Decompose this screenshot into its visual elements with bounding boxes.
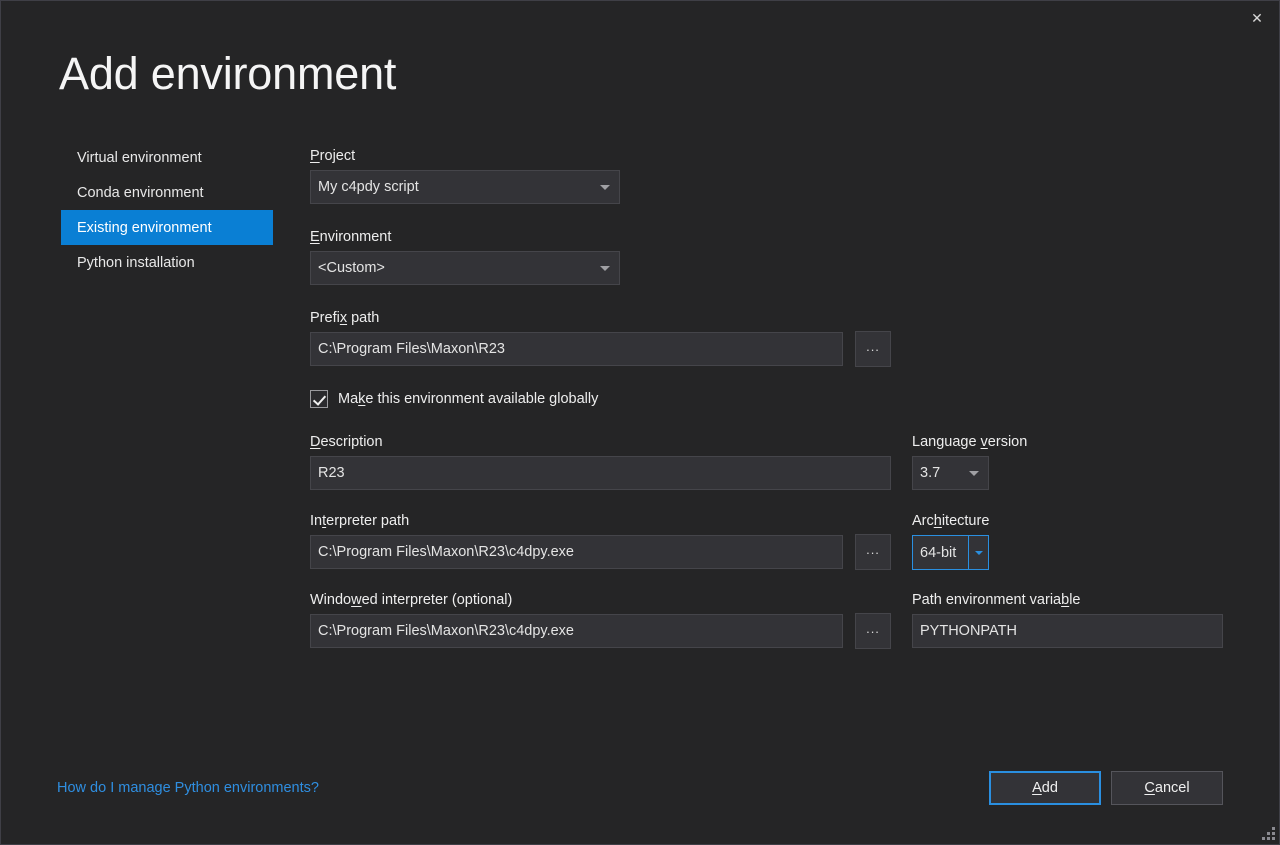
interpreter-path-value: C:\Program Files\Maxon\R23\c4dpy.exe: [318, 544, 574, 560]
project-label-post: roject: [320, 148, 355, 164]
add-label-accesskey: A: [1032, 780, 1042, 796]
description-label-post: escription: [320, 434, 382, 450]
project-label-accesskey: P: [310, 148, 320, 164]
environment-label: Environment: [310, 229, 391, 245]
architecture-label-post: itecture: [942, 513, 990, 529]
checkmark-icon: [310, 390, 328, 408]
prefix-path-label-pre: Prefi: [310, 310, 340, 326]
description-label-accesskey: D: [310, 434, 320, 450]
path-environment-variable-label: Path environment variable: [912, 592, 1080, 608]
cancel-button[interactable]: Cancel: [1111, 771, 1223, 805]
prefix-path-label-accesskey: x: [340, 310, 347, 326]
chevron-down-icon: [969, 471, 979, 476]
language-version-combobox[interactable]: 3.7: [912, 456, 989, 490]
path-environment-variable-input[interactable]: PYTHONPATH: [912, 614, 1223, 648]
description-label: Description: [310, 434, 383, 450]
architecture-label-accesskey: h: [934, 513, 942, 529]
make-global-checkbox-label: Make this environment available globally: [338, 391, 598, 407]
chevron-down-icon[interactable]: [968, 536, 988, 569]
make-global-checkbox[interactable]: Make this environment available globally: [310, 390, 598, 408]
cancel-label-post: ancel: [1155, 780, 1190, 796]
language-version-label-pre: Language: [912, 434, 981, 450]
language-version-label: Language version: [912, 434, 1027, 450]
add-button[interactable]: Add: [989, 771, 1101, 805]
windowed-interpreter-browse-button[interactable]: ...: [855, 613, 891, 649]
chevron-down-icon: [600, 266, 610, 271]
ellipsis-icon: ...: [866, 339, 880, 354]
add-label-post: dd: [1042, 780, 1058, 796]
language-version-value: 3.7: [920, 465, 940, 481]
windowed-interpreter-label-accesskey: w: [351, 592, 361, 608]
interpreter-path-label-post: erpreter path: [326, 513, 409, 529]
windowed-interpreter-label-pre: Windo: [310, 592, 351, 608]
project-value: My c4pdy script: [318, 179, 419, 195]
interpreter-path-label: Interpreter path: [310, 513, 409, 529]
language-version-label-accesskey: v: [981, 434, 988, 450]
environment-combobox[interactable]: <Custom>: [310, 251, 620, 285]
windowed-interpreter-value: C:\Program Files\Maxon\R23\c4dpy.exe: [318, 623, 574, 639]
environment-form: Project My c4pdy script Environment <Cus…: [1, 1, 1280, 845]
environment-label-post: nvironment: [320, 229, 392, 245]
description-value: R23: [318, 465, 345, 481]
windowed-interpreter-input[interactable]: C:\Program Files\Maxon\R23\c4dpy.exe: [310, 614, 843, 648]
prefix-path-label-post: path: [347, 310, 379, 326]
interpreter-path-label-pre: In: [310, 513, 322, 529]
make-global-label-pre: Ma: [338, 391, 358, 407]
make-global-label-post: e this environment available globally: [365, 391, 598, 407]
cancel-button-label: Cancel: [1144, 780, 1189, 796]
architecture-label-pre: Arc: [912, 513, 934, 529]
chevron-down-icon: [600, 185, 610, 190]
manage-environments-link[interactable]: How do I manage Python environments?: [57, 780, 319, 796]
path-env-label-pre: Path environment varia: [912, 592, 1061, 608]
project-combobox[interactable]: My c4pdy script: [310, 170, 620, 204]
architecture-value: 64-bit: [913, 536, 968, 569]
prefix-path-label: Prefix path: [310, 310, 379, 326]
environment-value: <Custom>: [318, 260, 385, 276]
resize-grip-icon[interactable]: [1262, 827, 1276, 841]
ellipsis-icon: ...: [866, 542, 880, 557]
prefix-path-input[interactable]: C:\Program Files\Maxon\R23: [310, 332, 843, 366]
path-env-label-accesskey: b: [1061, 592, 1069, 608]
add-button-label: Add: [1032, 780, 1058, 796]
windowed-interpreter-label: Windowed interpreter (optional): [310, 592, 512, 608]
interpreter-path-browse-button[interactable]: ...: [855, 534, 891, 570]
description-input[interactable]: R23: [310, 456, 891, 490]
cancel-label-accesskey: C: [1144, 780, 1154, 796]
path-environment-variable-value: PYTHONPATH: [920, 623, 1017, 639]
architecture-combobox[interactable]: 64-bit: [912, 535, 989, 570]
path-env-label-post: le: [1069, 592, 1080, 608]
language-version-label-post: ersion: [988, 434, 1028, 450]
add-environment-dialog: ✕ Add environment Virtual environment Co…: [0, 0, 1280, 845]
interpreter-path-input[interactable]: C:\Program Files\Maxon\R23\c4dpy.exe: [310, 535, 843, 569]
environment-label-accesskey: E: [310, 229, 320, 245]
prefix-path-browse-button[interactable]: ...: [855, 331, 891, 367]
prefix-path-value: C:\Program Files\Maxon\R23: [318, 341, 505, 357]
windowed-interpreter-label-post: ed interpreter (optional): [362, 592, 513, 608]
project-label: Project: [310, 148, 355, 164]
architecture-label: Architecture: [912, 513, 989, 529]
ellipsis-icon: ...: [866, 621, 880, 636]
